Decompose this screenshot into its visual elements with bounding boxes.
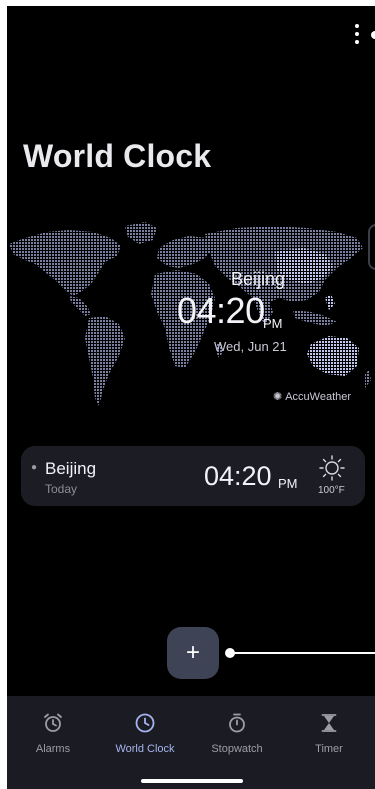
nav-label-timer: Timer xyxy=(315,743,343,755)
more-options-icon[interactable] xyxy=(353,24,361,44)
city-temperature: 100°F xyxy=(318,485,345,496)
city-day: Today xyxy=(45,482,78,496)
tutorial-pointer-line xyxy=(225,648,375,658)
stopwatch-icon xyxy=(229,713,245,733)
nav-label-alarms: Alarms xyxy=(35,743,71,755)
accuweather-label: AccuWeather xyxy=(285,390,352,403)
nav-item-alarms[interactable]: Alarms xyxy=(7,696,99,789)
touch-indicator-dot xyxy=(371,31,375,39)
bottom-navigation: Alarms World Clock Stopwatch Timer xyxy=(7,696,375,789)
sun-icon xyxy=(319,455,345,481)
hourglass-icon xyxy=(321,714,337,732)
nav-item-timer[interactable]: Timer xyxy=(283,696,375,789)
map-city-label: Beijing xyxy=(231,269,286,289)
map-date: Wed, Jun 21 xyxy=(214,339,287,354)
nav-label-stopwatch: Stopwatch xyxy=(211,743,263,755)
city-name: Beijing xyxy=(45,459,97,478)
home-indicator[interactable] xyxy=(141,779,243,783)
clock-icon xyxy=(135,713,155,733)
accuweather-link[interactable]: ✺ AccuWeather xyxy=(273,390,352,404)
nav-label-world-clock: World Clock xyxy=(115,743,175,755)
city-card-beijing[interactable]: ● Beijing Today 04:20 PM 100°F xyxy=(21,446,365,506)
nav-item-stopwatch[interactable]: Stopwatch xyxy=(191,696,283,789)
accuweather-logo-icon: ✺ xyxy=(273,391,283,403)
map-time: 04:20 xyxy=(177,290,265,331)
city-ampm: PM xyxy=(278,476,298,491)
alarm-icon xyxy=(44,713,62,732)
city-time: 04:20 xyxy=(204,461,272,491)
nav-item-world-clock[interactable]: World Clock xyxy=(99,696,191,789)
page-title: World Clock xyxy=(23,138,212,174)
location-pin-icon: ● xyxy=(31,462,38,473)
add-city-button[interactable]: + xyxy=(167,627,219,679)
world-clock-screen: World Clock Beijing 04:20 PM Wed, Jun 21… xyxy=(7,6,375,789)
map-ampm: PM xyxy=(263,316,283,331)
